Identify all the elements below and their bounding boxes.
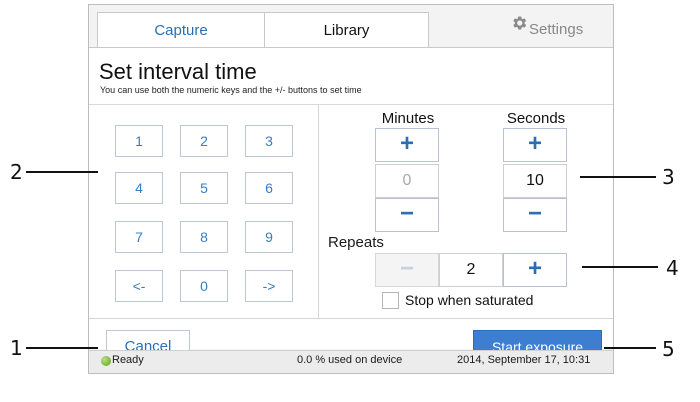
callout-number: 2 [10, 160, 23, 184]
tab-capture[interactable]: Capture [97, 12, 265, 48]
keypad-key-9[interactable]: 9 [245, 221, 293, 253]
keypad-key-1[interactable]: 1 [115, 125, 163, 157]
tab-library[interactable]: Library [265, 12, 429, 48]
status-usage: 0.0 % used on device [297, 354, 403, 366]
divider [89, 104, 613, 105]
seconds-plus-button[interactable]: + [503, 128, 567, 162]
callout-line [580, 176, 656, 178]
ready-status-icon [101, 356, 111, 366]
keypad-key-8[interactable]: 8 [180, 221, 228, 253]
keypad-key-forward[interactable]: -> [245, 270, 293, 302]
repeats-minus-button[interactable]: − [375, 253, 439, 287]
status-datetime: 2014, September 17, 10:31 [457, 354, 591, 366]
divider [318, 104, 319, 318]
callout-line [26, 171, 98, 173]
tab-settings[interactable]: Settings [510, 12, 606, 48]
keypad-key-5[interactable]: 5 [180, 172, 228, 204]
keypad-key-7[interactable]: 7 [115, 221, 163, 253]
minutes-label: Minutes [381, 110, 435, 127]
keypad-key-4[interactable]: 4 [115, 172, 163, 204]
settings-label: Settings [529, 21, 584, 38]
callout-line [26, 347, 98, 349]
stop-when-saturated-checkbox[interactable] [382, 292, 399, 309]
seconds-value[interactable]: 10 [503, 164, 567, 198]
status-ready: Ready [112, 354, 144, 366]
minutes-plus-button[interactable]: + [375, 128, 439, 162]
repeats-plus-button[interactable]: + [503, 253, 567, 287]
keypad-key-6[interactable]: 6 [245, 172, 293, 204]
seconds-label: Seconds [506, 110, 566, 127]
callout-number: 3 [662, 165, 675, 189]
callout-number: 4 [666, 256, 679, 280]
repeats-label: Repeats [328, 234, 384, 251]
keypad-key-3[interactable]: 3 [245, 125, 293, 157]
callout-line [604, 347, 656, 349]
gear-icon [510, 10, 528, 46]
seconds-minus-button[interactable]: − [503, 198, 567, 232]
minutes-minus-button[interactable]: − [375, 198, 439, 232]
keypad-key-0[interactable]: 0 [180, 270, 228, 302]
page-title: Set interval time [99, 59, 257, 84]
page-subtitle: You can use both the numeric keys and th… [100, 85, 362, 95]
divider [89, 318, 613, 319]
callout-number: 1 [10, 336, 23, 360]
stop-when-saturated-label: Stop when saturated [405, 292, 534, 308]
repeats-value[interactable]: 2 [439, 253, 503, 287]
callout-number: 5 [662, 337, 675, 361]
keypad-key-backspace[interactable]: <- [115, 270, 163, 302]
callout-line [582, 266, 658, 268]
minutes-value[interactable]: 0 [375, 164, 439, 198]
keypad-key-2[interactable]: 2 [180, 125, 228, 157]
